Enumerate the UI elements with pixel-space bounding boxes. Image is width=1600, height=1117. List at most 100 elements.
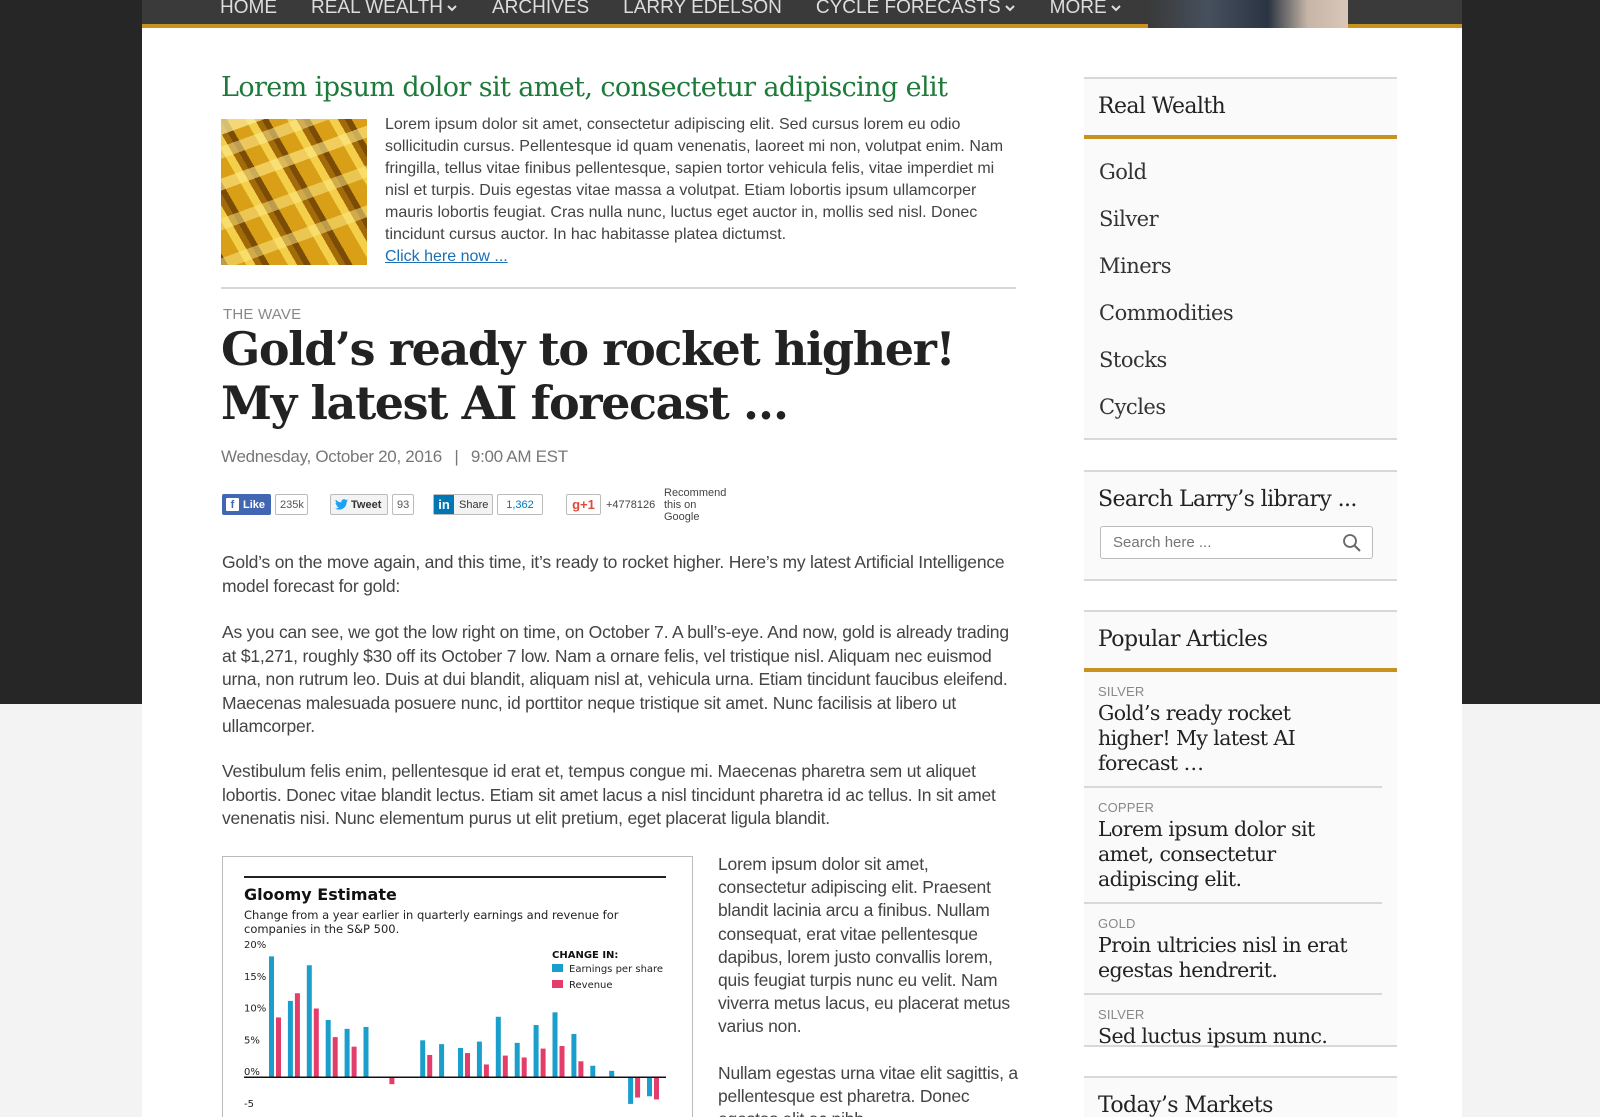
article-date: Wednesday, October 20, 2016 [221, 447, 442, 466]
header-photo [1148, 0, 1348, 28]
chart-bar [269, 956, 274, 1078]
real-wealth-title: Real Wealth [1084, 79, 1397, 139]
google-plus-button[interactable]: g+1 [566, 494, 601, 515]
nav-item-label: ARCHIVES [491, 0, 590, 18]
y-tick-label: 20% [244, 940, 266, 951]
nav-item-label: REAL WEALTH [311, 0, 443, 18]
promo-link[interactable]: Click here now ... [385, 246, 508, 268]
category-item-commodities[interactable]: Commodities [1099, 298, 1382, 345]
gloomy-estimate-chart: Gloomy Estimate Change from a year earli… [244, 876, 666, 1110]
popular-article-category[interactable]: SILVER [1098, 1007, 1368, 1022]
chart-bar [325, 1019, 331, 1078]
chevron-down-icon [1004, 5, 1015, 12]
chart-bar [363, 1026, 369, 1078]
chart-bar [571, 1033, 577, 1078]
popular-article-title[interactable]: Gold’s ready rocket higher! My latest AI… [1098, 701, 1368, 776]
popular-article-category[interactable]: COPPER [1098, 800, 1368, 815]
popular-article-item[interactable]: GOLD Proin ultricies nisl in erat egestas… [1084, 904, 1382, 995]
legend-swatch [552, 964, 563, 972]
article-time: 9:00 AM EST [470, 447, 568, 466]
chevron-down-icon [1110, 5, 1121, 12]
chart-bar [559, 1046, 565, 1078]
article-dateline: Wednesday, October 20, 2016 | 9:00 AM ES… [221, 447, 568, 467]
article-headline: Gold’s ready to rocket higher! My latest… [221, 322, 956, 430]
category-item-gold[interactable]: Gold [1099, 157, 1382, 204]
promo-body: Lorem ipsum dolor sit amet, consectetur … [385, 116, 1004, 243]
chart-bar [389, 1077, 395, 1085]
chart-bar [552, 1012, 558, 1078]
y-tick-label: 15% [244, 972, 266, 983]
category-item-cycles[interactable]: Cycles [1099, 392, 1382, 439]
twitter-bird-icon [335, 499, 348, 510]
chart-bar [578, 1061, 584, 1078]
chart-bars [269, 956, 659, 1104]
nav-item-label: CYCLE FORECASTS [815, 0, 1001, 18]
search-icon[interactable] [1342, 533, 1362, 553]
chart-bar [344, 1028, 350, 1078]
chart-bar [476, 1041, 482, 1078]
chart-bar [540, 1048, 546, 1078]
chart-bar [294, 993, 300, 1078]
linkedin-icon: in [434, 495, 454, 514]
y-tick-label: 10% [244, 1004, 266, 1015]
search-box: Search Larry’s library ... [1084, 470, 1397, 581]
nav-item-label: LARRY EDELSON [623, 0, 782, 18]
chart-bar [313, 1008, 319, 1078]
popular-article-title[interactable]: Proin ultricies nisl in erat egestas hen… [1098, 933, 1368, 983]
search-field[interactable] [1100, 526, 1373, 559]
popular-article-category[interactable]: GOLD [1098, 916, 1368, 931]
chart-bar [521, 1057, 527, 1078]
facebook-like-button[interactable]: f Like [222, 494, 271, 515]
article-paragraph-3: Vestibulum felis enim, pellentesque id e… [222, 761, 996, 828]
nav-item-real-wealth[interactable]: REAL WEALTH [311, 0, 458, 19]
nav-item-home[interactable]: HOME [220, 0, 277, 19]
chart-bar [483, 1064, 489, 1078]
article-kicker[interactable]: THE WAVE [223, 306, 301, 323]
legend-swatch [552, 980, 563, 988]
category-item-stocks[interactable]: Stocks [1099, 345, 1382, 392]
linkedin-share-button[interactable]: in Share [433, 494, 493, 515]
chart-bar [287, 1000, 293, 1078]
chart-title: Gloomy Estimate [244, 885, 397, 904]
category-list: Gold Silver Miners Commodities Stocks Cycles [1084, 139, 1397, 439]
chart-bar [351, 1046, 357, 1078]
nav-item-archives[interactable]: ARCHIVES [492, 0, 589, 19]
google-plus-count: +4778126 [606, 498, 656, 511]
search-input[interactable] [1101, 527, 1331, 558]
category-item-silver[interactable]: Silver [1099, 204, 1382, 251]
popular-article-item[interactable]: COPPER Lorem ipsum dolor sit amet, consec… [1084, 788, 1382, 904]
promo-title[interactable]: Lorem ipsum dolor sit amet, consectetur … [221, 72, 948, 103]
gold-bars-image[interactable] [221, 119, 367, 265]
chart-bar [427, 1054, 433, 1078]
tweet-label: Tweet [351, 498, 382, 511]
chart-figure[interactable]: Gloomy Estimate Change from a year earli… [222, 856, 693, 1117]
popular-articles-title: Popular Articles [1084, 612, 1397, 672]
facebook-like-label: Like [243, 498, 266, 511]
chart-subtitle-line-2: companies in the S&P 500. [244, 922, 399, 936]
twitter-tweet-button[interactable]: Tweet [330, 494, 388, 515]
nav-item-more[interactable]: MORE [1050, 0, 1122, 19]
chevron-down-icon [447, 5, 457, 12]
divider [221, 287, 1016, 289]
popular-article-title[interactable]: Lorem ipsum dolor sit amet, consectetur … [1098, 817, 1368, 892]
chart-bar [502, 1055, 508, 1078]
nav-item-larry-edelson[interactable]: LARRY EDELSON [623, 0, 782, 19]
facebook-like-count: 235k [275, 494, 308, 515]
nav-item-cycle-forecasts[interactable]: CYCLE FORECASTS [816, 0, 1016, 19]
google-recommend-text: Recommend this on Google [664, 486, 727, 523]
chart-y-ticks: 20%15%10%5%0%-5 [244, 940, 266, 1110]
category-item-miners[interactable]: Miners [1099, 251, 1382, 298]
chart-bar [647, 1077, 652, 1097]
facebook-icon: f [226, 498, 239, 511]
search-title: Search Larry’s library ... [1098, 487, 1357, 512]
nav-item-label: MORE [1049, 0, 1107, 18]
chart-bar [609, 1070, 615, 1078]
chart-bar [495, 1016, 501, 1078]
popular-article-item[interactable]: SILVER Gold’s ready rocket higher! My lat… [1084, 672, 1382, 788]
real-wealth-box: Real Wealth Gold Silver Miners Commodities S… [1084, 77, 1397, 440]
popular-article-category[interactable]: SILVER [1098, 684, 1368, 699]
popular-article-item[interactable]: SILVER Sed luctus ipsum nunc. [1084, 995, 1382, 1059]
popular-article-title[interactable]: Sed luctus ipsum nunc. [1098, 1024, 1368, 1049]
chart-bar [465, 1053, 470, 1078]
chart-bar [306, 965, 312, 1078]
